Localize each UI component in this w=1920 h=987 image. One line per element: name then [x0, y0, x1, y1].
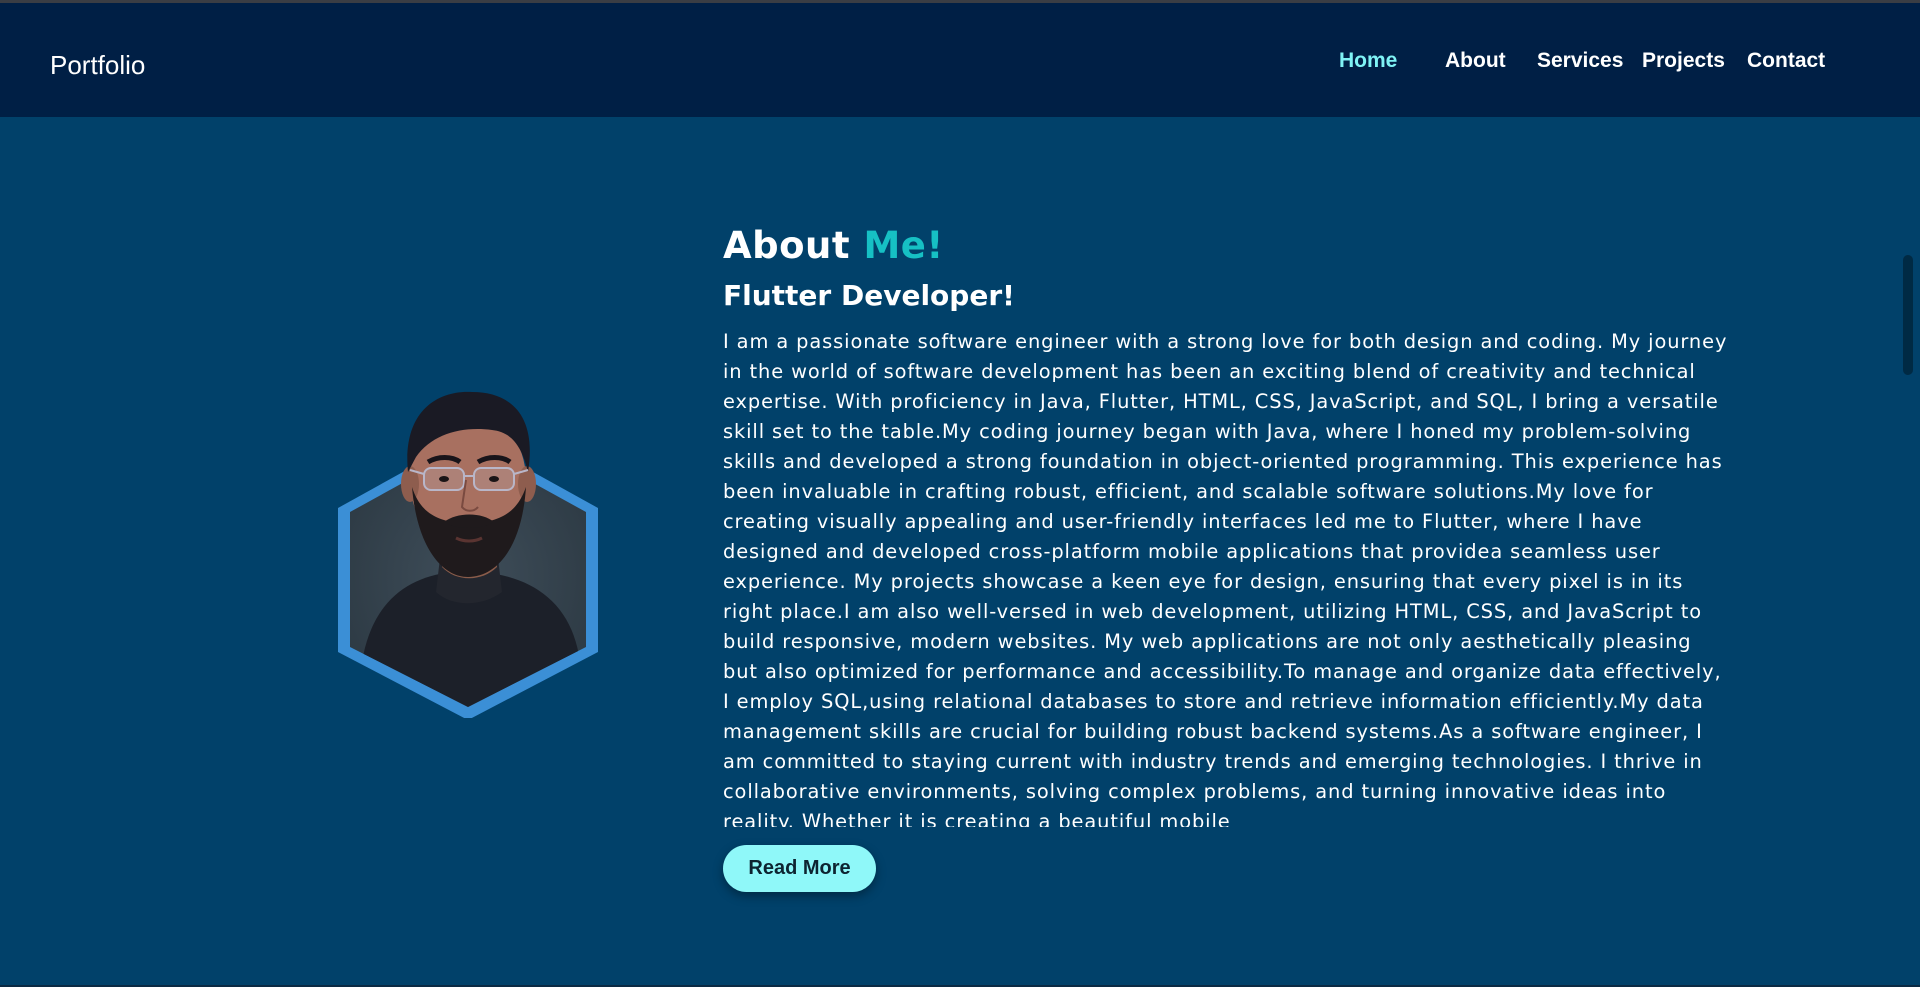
about-heading-accent: Me! [863, 224, 944, 267]
read-more-button[interactable]: Read More [723, 845, 876, 892]
role-subheading: Flutter Developer! [723, 279, 1015, 312]
nav-link-projects[interactable]: Projects [1642, 49, 1725, 73]
nav-link-contact[interactable]: Contact [1747, 49, 1825, 73]
about-bio-text: I am a passionate software engineer with… [723, 330, 1728, 827]
navbar: Portfolio Home About Services Projects C… [0, 3, 1920, 117]
about-heading: About Me! [723, 224, 944, 267]
nav-link-services[interactable]: Services [1537, 49, 1623, 73]
nav-link-home[interactable]: Home [1339, 49, 1397, 73]
brand-logo-text[interactable]: Portfolio [50, 50, 145, 81]
nav-link-about[interactable]: About [1445, 49, 1506, 73]
about-heading-main: About [723, 224, 864, 267]
profile-avatar [332, 362, 604, 720]
scrollbar-thumb[interactable] [1903, 255, 1913, 375]
page-scrollbar[interactable] [1900, 117, 1920, 985]
profile-photo-hexagon [338, 391, 598, 720]
